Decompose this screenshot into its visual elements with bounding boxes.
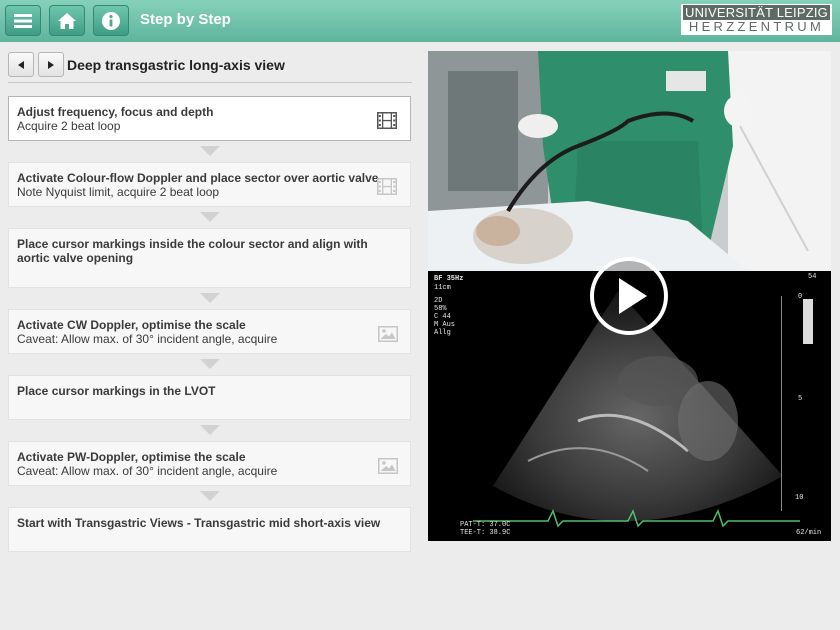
echo-param-2: 58% xyxy=(434,305,447,313)
home-button[interactable] xyxy=(49,5,85,36)
procedure-video-frame xyxy=(428,51,831,271)
echo-marker-text: 54 xyxy=(808,273,817,281)
image-icon[interactable] xyxy=(378,326,398,342)
next-view-button[interactable] xyxy=(38,52,64,77)
info-button[interactable] xyxy=(93,5,129,36)
step-subtitle: Acquire 2 beat loop xyxy=(17,119,121,133)
step-arrow xyxy=(200,359,220,369)
step-item-1[interactable]: Adjust frequency, focus and depth Acquir… xyxy=(8,96,411,141)
step-title: Place cursor markings in the LVOT xyxy=(17,384,216,398)
echo-depth-text: 11cm xyxy=(434,284,451,292)
university-logo: UNIVERSITÄT LEIPZIG HERZZENTRUM xyxy=(681,4,832,35)
heart-rate: 62/min xyxy=(796,529,822,537)
step-arrow xyxy=(200,146,220,156)
echo-scale-0: 0 xyxy=(798,293,803,301)
step-title: Activate Colour-flow Doppler and place s… xyxy=(17,171,379,185)
echo-scale-10: 10 xyxy=(795,494,804,502)
step-title: Activate PW-Doppler, optimise the scale xyxy=(17,450,246,464)
echo-param-1: 2D xyxy=(434,297,443,305)
step-subtitle: Caveat: Allow max. of 30° incident angle… xyxy=(17,464,278,478)
view-title: Deep transgastric long-axis view xyxy=(67,57,285,73)
step-item-6[interactable]: Activate PW-Doppler, optimise the scale … xyxy=(8,441,411,486)
chevron-right-icon xyxy=(48,60,54,69)
step-title: Activate CW Doppler, optimise the scale xyxy=(17,318,246,332)
logo-herzzentrum-text: HERZZENTRUM xyxy=(688,19,825,34)
echo-param-4: M Aus xyxy=(434,321,456,329)
probe-temperature: TEE-T: 38.9C xyxy=(460,529,511,537)
step-item-3[interactable]: Place cursor markings inside the colour … xyxy=(8,228,411,288)
step-arrow xyxy=(200,212,220,222)
film-icon[interactable] xyxy=(377,112,397,129)
echo-framerate-text: BF 35Hz xyxy=(434,275,464,283)
step-subtitle: Note Nyquist limit, acquire 2 beat loop xyxy=(17,185,220,199)
info-icon xyxy=(102,11,120,30)
logo-university-text: UNIVERSITÄT LEIPZIG xyxy=(683,5,830,20)
step-title: Place cursor markings inside the colour … xyxy=(17,237,368,265)
home-icon xyxy=(58,12,76,29)
step-arrow xyxy=(200,491,220,501)
echo-param-3: C 44 xyxy=(434,313,451,321)
app-title: Step by Step xyxy=(140,11,231,28)
step-title: Adjust frequency, focus and depth xyxy=(17,105,214,119)
image-icon[interactable] xyxy=(378,458,398,474)
step-item-7[interactable]: Start with Transgastric Views - Transgas… xyxy=(8,507,411,552)
step-arrow xyxy=(200,293,220,303)
menu-button[interactable] xyxy=(5,5,41,36)
play-icon xyxy=(590,257,668,335)
patient-temperature: PAT-T: 37.0C xyxy=(460,521,511,529)
step-item-2[interactable]: Activate Colour-flow Doppler and place s… xyxy=(8,162,411,207)
previous-view-button[interactable] xyxy=(8,52,34,77)
play-button[interactable] xyxy=(589,256,669,336)
step-title: Start with Transgastric Views - Transgas… xyxy=(17,516,381,530)
step-arrow xyxy=(200,425,220,435)
film-icon[interactable] xyxy=(377,178,397,195)
echo-scale-5: 5 xyxy=(798,395,803,403)
video-player[interactable]: BF 35Hz 11cm 2D 58% C 44 M Aus Allg 54 0… xyxy=(428,51,831,541)
chevron-left-icon xyxy=(18,60,24,69)
step-item-4[interactable]: Activate CW Doppler, optimise the scale … xyxy=(8,309,411,354)
menu-icon xyxy=(14,13,32,28)
echo-param-5: Allg xyxy=(434,329,451,337)
top-bar: Step by Step UNIVERSITÄT LEIPZIG HERZZEN… xyxy=(0,0,840,42)
divider xyxy=(8,82,412,83)
step-subtitle: Caveat: Allow max. of 30° incident angle… xyxy=(17,332,278,346)
step-item-5[interactable]: Place cursor markings in the LVOT xyxy=(8,375,411,420)
procedure-scene-graphic xyxy=(428,51,831,271)
